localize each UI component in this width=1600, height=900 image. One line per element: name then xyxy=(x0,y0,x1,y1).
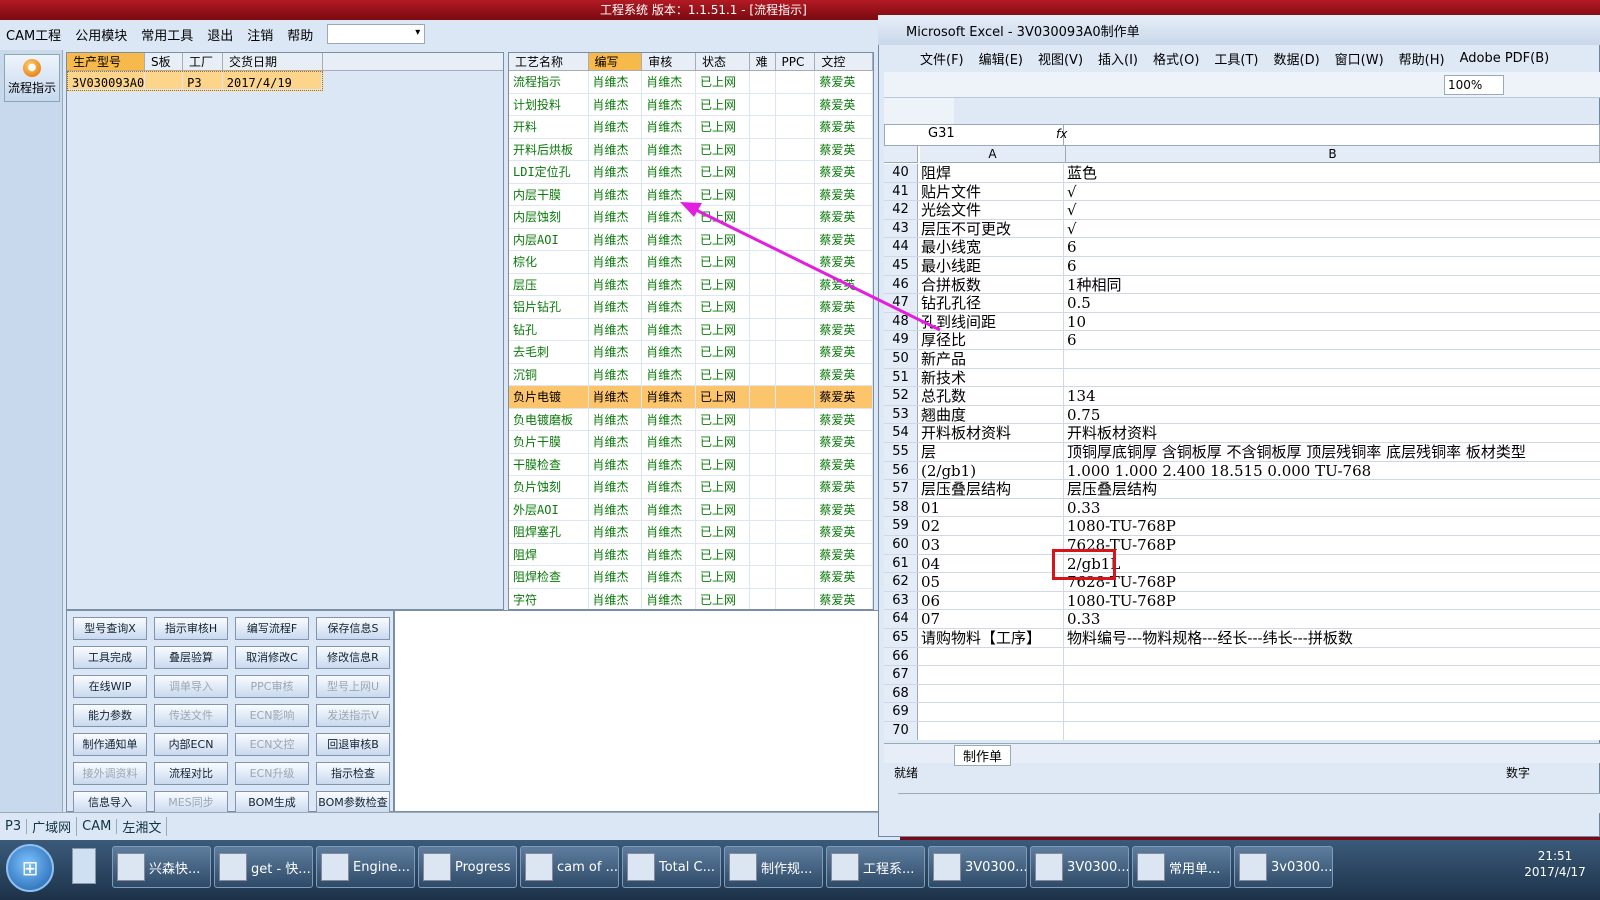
app-icon xyxy=(423,853,451,881)
taskbar-item[interactable]: 常用单... xyxy=(1132,846,1231,888)
app-icon xyxy=(117,853,145,881)
app-icon xyxy=(1137,853,1165,881)
taskbar-item[interactable]: 3V0300... xyxy=(928,846,1027,888)
app-icon xyxy=(729,853,757,881)
taskbar-item[interactable]: Total C... xyxy=(622,846,721,888)
app-icon xyxy=(219,853,247,881)
taskbar-item-label: Total C... xyxy=(659,859,715,875)
app-icon xyxy=(321,853,349,881)
taskbar-item-label: Engine... xyxy=(353,859,410,875)
taskbar-item-label: 常用单... xyxy=(1169,861,1221,877)
taskbar-item-label: get - 快... xyxy=(251,861,311,877)
taskbar-item-label: 3v0300... xyxy=(1271,859,1333,875)
app-icon xyxy=(1239,853,1267,881)
taskbar-item-label: cam of ... xyxy=(557,859,618,875)
app-icon xyxy=(1035,853,1063,881)
calculator-icon[interactable] xyxy=(72,848,96,884)
taskbar-item-label: 3V0300... xyxy=(1067,859,1129,875)
taskbar-item[interactable]: Engine... xyxy=(316,846,415,888)
taskbar-item-label: 兴森快... xyxy=(149,861,201,877)
taskbar-item-label: 3V0300... xyxy=(965,859,1027,875)
clock-time: 21:51 xyxy=(1537,849,1573,863)
clock: 21:51 2017/4/17 xyxy=(1510,848,1600,880)
taskbar-item[interactable]: 制作规... xyxy=(724,846,823,888)
taskbar-item[interactable]: 3V0300... xyxy=(1030,846,1129,888)
taskbar-item[interactable]: 工程系... xyxy=(826,846,925,888)
taskbar-item-label: 制作规... xyxy=(761,861,813,877)
start-button[interactable]: ⊞ xyxy=(6,844,54,892)
taskbar-item-label: Progress xyxy=(455,859,511,875)
taskbar-item[interactable]: cam of ... xyxy=(520,846,619,888)
taskbar-item[interactable]: 3v0300... xyxy=(1234,846,1333,888)
app-icon xyxy=(933,853,961,881)
app-icon xyxy=(525,853,553,881)
taskbar-item-label: 工程系... xyxy=(863,861,915,877)
taskbar-item[interactable]: Progress xyxy=(418,846,517,888)
app-icon xyxy=(627,853,655,881)
app-icon xyxy=(831,853,859,881)
taskbar-item[interactable]: 兴森快... xyxy=(112,846,211,888)
annotation-arrow xyxy=(680,202,941,332)
taskbar-items: 兴森快... get - 快... Engine... Progress cam of … xyxy=(112,846,1333,888)
taskbar-item[interactable]: get - 快... xyxy=(214,846,313,888)
clock-date: 2017/4/17 xyxy=(1524,865,1586,879)
